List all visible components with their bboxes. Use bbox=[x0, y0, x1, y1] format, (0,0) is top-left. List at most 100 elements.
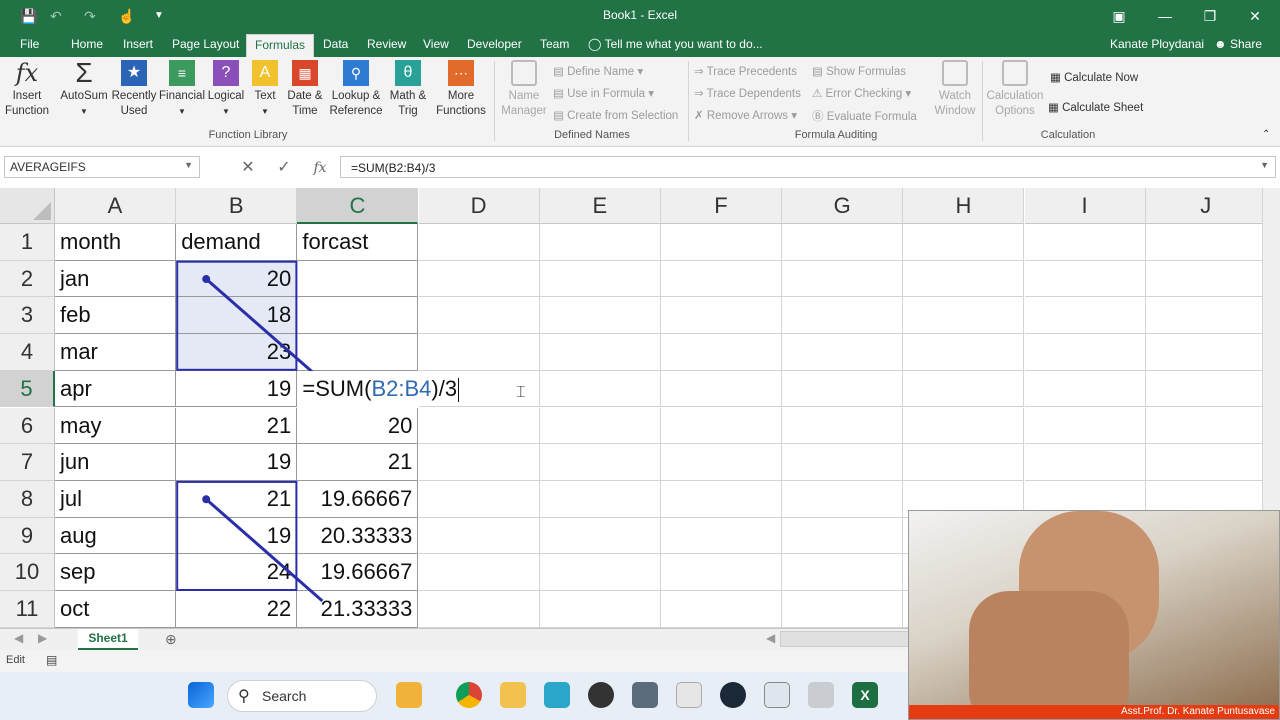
tab-insert[interactable]: Insert bbox=[123, 37, 153, 51]
watch-window-button[interactable]: Watch Window bbox=[930, 60, 980, 119]
remove-arrows-button[interactable]: ✗ Remove Arrows ▾ bbox=[694, 108, 797, 122]
cell-e11[interactable] bbox=[539, 591, 661, 628]
cell-i3[interactable] bbox=[1024, 297, 1146, 335]
select-all-button[interactable] bbox=[0, 188, 55, 224]
define-name-button[interactable]: ▤ Define Name ▾ bbox=[553, 64, 643, 78]
tab-page-layout[interactable]: Page Layout bbox=[172, 37, 239, 51]
row-header-8[interactable]: 8 bbox=[0, 480, 55, 518]
name-manager-button[interactable]: Name Manager bbox=[498, 60, 550, 119]
cell-d6[interactable] bbox=[418, 407, 540, 445]
cell-e8[interactable] bbox=[539, 480, 661, 518]
cell-j1[interactable] bbox=[1145, 224, 1262, 261]
cell-b5[interactable]: 19 bbox=[176, 370, 298, 408]
row-header-1[interactable]: 1 bbox=[0, 224, 55, 261]
cell-i1[interactable] bbox=[1024, 224, 1146, 261]
add-sheet-icon[interactable]: ⊕ bbox=[165, 631, 177, 648]
cell-b9[interactable]: 19 bbox=[176, 517, 298, 555]
column-header-h[interactable]: H bbox=[903, 188, 1025, 224]
error-checking-button[interactable]: ⚠ Error Checking ▾ bbox=[812, 86, 911, 100]
cell-i6[interactable] bbox=[1024, 407, 1146, 445]
excel-taskbar-icon[interactable]: X bbox=[852, 682, 878, 708]
trace-dependents-button[interactable]: ⇒ Trace Dependents bbox=[694, 86, 801, 100]
cell-a10[interactable]: sep bbox=[55, 554, 176, 591]
steam-icon[interactable] bbox=[720, 682, 746, 708]
cell-f8[interactable] bbox=[661, 480, 782, 518]
chrome-icon[interactable] bbox=[456, 682, 482, 708]
cell-c6[interactable]: 20 bbox=[297, 407, 419, 445]
cell-f9[interactable] bbox=[661, 517, 782, 555]
cell-e5[interactable] bbox=[539, 370, 661, 408]
lookup-reference-button[interactable]: ⚲ Lookup & Reference bbox=[328, 60, 384, 119]
cell-g5[interactable] bbox=[782, 370, 904, 408]
cell-d3[interactable] bbox=[418, 297, 540, 335]
cell-g10[interactable] bbox=[782, 554, 904, 591]
ribbon-display-icon[interactable]: ▣ bbox=[1104, 4, 1134, 28]
row-header-7[interactable]: 7 bbox=[0, 444, 55, 481]
cell-a2[interactable]: jan bbox=[55, 260, 176, 298]
cell-i7[interactable] bbox=[1024, 444, 1146, 481]
use-in-formula-button[interactable]: ▤ Use in Formula ▾ bbox=[553, 86, 654, 100]
taskbar-search[interactable]: ⚲ Search bbox=[227, 680, 377, 712]
row-header-11[interactable]: 11 bbox=[0, 591, 55, 628]
cell-e7[interactable] bbox=[539, 444, 661, 481]
sheet-tab-sheet1[interactable]: Sheet1 bbox=[78, 629, 138, 650]
cell-b1[interactable]: demand bbox=[176, 224, 298, 261]
cell-e1[interactable] bbox=[539, 224, 661, 261]
cell-b6[interactable]: 21 bbox=[176, 407, 298, 445]
cell-f4[interactable] bbox=[661, 334, 782, 371]
cell-d8[interactable] bbox=[418, 480, 540, 518]
column-header-a[interactable]: A bbox=[55, 188, 176, 224]
obs-icon[interactable] bbox=[588, 682, 614, 708]
name-box[interactable]: AVERAGEIFS ▼ bbox=[4, 156, 200, 178]
cell-f11[interactable] bbox=[661, 591, 782, 628]
cell-f10[interactable] bbox=[661, 554, 782, 591]
cell-a9[interactable]: aug bbox=[55, 517, 176, 555]
cell-j7[interactable] bbox=[1145, 444, 1262, 481]
cell-f1[interactable] bbox=[661, 224, 782, 261]
tab-developer[interactable]: Developer bbox=[467, 37, 522, 51]
cell-h6[interactable] bbox=[903, 407, 1025, 445]
cell-d7[interactable] bbox=[418, 444, 540, 481]
cell-j6[interactable] bbox=[1145, 408, 1262, 445]
share-button[interactable]: ☻ Share bbox=[1214, 37, 1262, 51]
cell-h3[interactable] bbox=[903, 297, 1025, 335]
cell-d9[interactable] bbox=[418, 517, 540, 555]
cell-h5[interactable] bbox=[903, 370, 1025, 408]
cell-c9[interactable]: 20.33333 bbox=[297, 517, 419, 555]
cell-d4[interactable] bbox=[418, 334, 540, 371]
app-icon[interactable] bbox=[632, 682, 658, 708]
scroll-left-icon[interactable]: ◀ bbox=[766, 631, 775, 645]
cell-f2[interactable] bbox=[661, 260, 782, 298]
calculator-app-icon[interactable] bbox=[764, 682, 790, 708]
logical-button[interactable]: ? Logical ▼ bbox=[205, 60, 247, 119]
formula-input[interactable]: =SUM(B2:B4)/3 ▼ bbox=[340, 156, 1276, 178]
cell-a8[interactable]: jul bbox=[55, 480, 176, 518]
cell-c8[interactable]: 19.66667 bbox=[297, 480, 419, 518]
create-from-selection-button[interactable]: ▤ Create from Selection bbox=[553, 108, 678, 122]
cell-b7[interactable]: 19 bbox=[176, 444, 298, 481]
recently-used-button[interactable]: ★ Recently Used bbox=[110, 60, 158, 119]
cell-f5[interactable] bbox=[661, 370, 782, 408]
widget-icon[interactable] bbox=[396, 682, 422, 708]
cell-h7[interactable] bbox=[903, 444, 1025, 481]
cell-b3[interactable]: 18 bbox=[176, 297, 298, 335]
row-header-3[interactable]: 3 bbox=[0, 297, 55, 335]
calculate-now-button[interactable]: ▦ Calculate Now bbox=[1050, 70, 1138, 84]
cell-j5[interactable] bbox=[1145, 371, 1262, 408]
tab-data[interactable]: Data bbox=[323, 37, 348, 51]
cell-i2[interactable] bbox=[1024, 260, 1146, 298]
more-functions-button[interactable]: ⋯ More Functions bbox=[432, 60, 490, 119]
cell-c1[interactable]: forcast bbox=[297, 224, 419, 261]
cell-c3[interactable] bbox=[297, 297, 419, 335]
cell-e4[interactable] bbox=[539, 334, 661, 371]
cell-d10[interactable] bbox=[418, 554, 540, 591]
cell-c11[interactable]: 21.33333 bbox=[297, 591, 419, 628]
cell-c5-editing[interactable]: =SUM(B2:B4)/3 bbox=[297, 370, 460, 408]
cell-e3[interactable] bbox=[539, 297, 661, 335]
collapse-ribbon-icon[interactable]: ⌃ bbox=[1262, 129, 1270, 140]
cell-a4[interactable]: mar bbox=[55, 334, 176, 371]
cell-e2[interactable] bbox=[539, 260, 661, 298]
cell-j2[interactable] bbox=[1145, 261, 1262, 298]
cell-g6[interactable] bbox=[782, 407, 904, 445]
next-sheet-icon[interactable]: ▶ bbox=[38, 631, 47, 645]
